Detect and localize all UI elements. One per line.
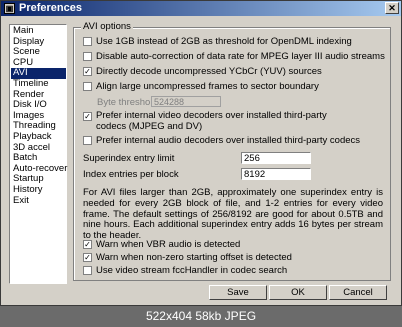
- window-title: Preferences: [19, 2, 82, 14]
- category-history[interactable]: History: [11, 184, 66, 196]
- cancel-button[interactable]: Cancel: [329, 285, 387, 300]
- checkbox-box[interactable]: ✓: [83, 112, 92, 121]
- category-exit[interactable]: Exit: [11, 195, 66, 207]
- checkbox-box[interactable]: ✓: [83, 253, 92, 262]
- close-icon: ✕: [388, 3, 396, 13]
- byte-threshold-input: 524288: [151, 96, 221, 107]
- checkbox-box[interactable]: ✓: [83, 240, 92, 249]
- index-entries-label: Index entries per block: [83, 169, 179, 180]
- checkbox-box[interactable]: [83, 136, 92, 145]
- checkbox-label: Prefer internal video decoders over inst…: [96, 110, 327, 132]
- checkbox-label: Use 1GB instead of 2GB as threshold for …: [96, 36, 352, 47]
- category-timeline[interactable]: Timeline: [11, 78, 66, 90]
- preferences-window: ▣ Preferences ✕ Main Display Scene CPU A…: [0, 0, 402, 306]
- checkbox-label: Warn when non-zero starting offset is de…: [96, 252, 292, 263]
- app-icon: ▣: [4, 3, 15, 14]
- superindex-limit-input[interactable]: 256: [241, 152, 311, 164]
- checkbox-label: Use video stream fccHandler in codec sea…: [96, 265, 288, 276]
- checkbox-box[interactable]: [83, 37, 92, 46]
- category-playback[interactable]: Playback: [11, 131, 66, 143]
- ok-button[interactable]: OK: [269, 285, 327, 300]
- checkbox-box[interactable]: [83, 266, 92, 275]
- index-entries-input[interactable]: 8192: [241, 168, 311, 180]
- info-text: For AVI files larger than 2GB, approxima…: [83, 187, 383, 242]
- checkbox-label: Align large uncompressed frames to secto…: [96, 81, 319, 92]
- close-button[interactable]: ✕: [385, 2, 399, 14]
- checkbox-box[interactable]: ✓: [83, 67, 92, 76]
- image-caption: 522x404 58kb JPEG: [145, 309, 257, 323]
- avi-options-label: AVI options: [81, 21, 133, 32]
- category-list[interactable]: Main Display Scene CPU AVI Timeline Rend…: [9, 24, 67, 284]
- checkbox-label: Warn when VBR audio is detected: [96, 239, 241, 250]
- checkbox-label: Prefer internal audio decoders over inst…: [96, 135, 361, 146]
- checkbox-label: Disable auto-correction of data rate for…: [96, 51, 385, 62]
- title-bar: ▣ Preferences ✕: [1, 1, 401, 16]
- category-main[interactable]: Main: [11, 25, 66, 37]
- checkbox-label: Directly decode uncompressed YCbCr (YUV)…: [96, 66, 322, 77]
- save-button[interactable]: Save: [209, 285, 267, 300]
- checkbox-box[interactable]: [83, 82, 92, 91]
- checkbox-box[interactable]: [83, 52, 92, 61]
- superindex-limit-label: Superindex entry limit: [83, 153, 175, 164]
